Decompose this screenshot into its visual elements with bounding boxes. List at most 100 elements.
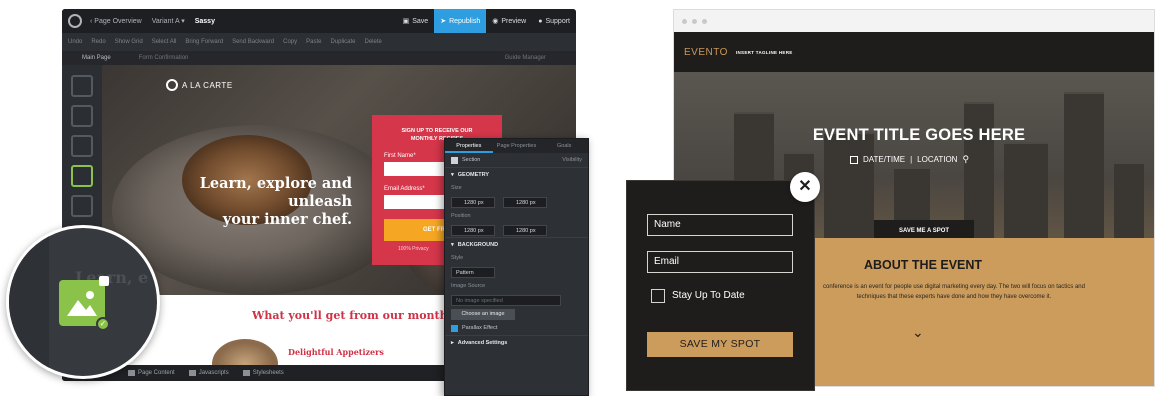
- caret-down-icon: ▾: [451, 171, 454, 178]
- send-icon: ➤: [440, 18, 447, 25]
- image-source-label: Image Source: [451, 283, 486, 289]
- event-navbar: EVENTO INSERT TAGLINE HERE: [674, 32, 1154, 72]
- page-content-button[interactable]: Page Content: [128, 370, 175, 376]
- republish-button[interactable]: ➤ Republish: [434, 9, 487, 33]
- duplicate-button[interactable]: Duplicate: [330, 39, 355, 45]
- location-pin-icon: ⚲: [962, 154, 970, 164]
- paste-button[interactable]: Paste: [306, 39, 321, 45]
- event-tagline: INSERT TAGLINE HERE: [735, 49, 793, 55]
- parallax-row: Parallax Effect: [445, 321, 588, 335]
- stylesheets-button[interactable]: Stylesheets: [242, 370, 284, 376]
- close-icon[interactable]: ✕: [790, 172, 820, 202]
- appetizers-heading: Delightful Appetizers: [288, 347, 384, 357]
- choose-image-button[interactable]: Choose an image: [451, 308, 515, 320]
- image-source-row: No image specified: [445, 293, 588, 307]
- preview-button[interactable]: ◉ Preview: [486, 9, 532, 33]
- event-title: EVENT TITLE GOES HERE: [812, 126, 1026, 144]
- about-heading: ABOUT THE EVENT: [864, 258, 983, 272]
- send-backward-button[interactable]: Send Backward: [232, 39, 274, 45]
- event-meta: DATE/TIME | LOCATION ⚲: [850, 154, 969, 165]
- tab-page-properties[interactable]: Page Properties: [493, 139, 541, 153]
- drag-handle-icon: [99, 276, 109, 286]
- window-dot-icon: [692, 18, 697, 24]
- undo-button[interactable]: Undo: [68, 39, 82, 45]
- help-icon: ●: [538, 17, 543, 25]
- button-tool-icon[interactable]: [71, 135, 93, 157]
- text-tool-icon[interactable]: [71, 75, 93, 97]
- browser-chrome: [674, 10, 1154, 32]
- builder-topbar: ‹ Page Overview Variant A ▾ Sassy ▣ Save …: [62, 9, 576, 33]
- javascripts-button[interactable]: Javascripts: [188, 370, 229, 376]
- hero-headline: Learn, explore and unleash your inner ch…: [199, 175, 352, 228]
- page-content-icon: [128, 370, 135, 376]
- save-button[interactable]: ▣ Save: [397, 9, 435, 33]
- eye-icon: ◉: [492, 18, 499, 25]
- rsvp-popup: Name Email Stay Up To Date SAVE MY SPOT: [626, 180, 815, 391]
- caret-down-icon: ▾: [451, 241, 454, 248]
- image-widget-icon[interactable]: ✓: [59, 276, 110, 331]
- magnified-sidebar: [9, 228, 49, 376]
- guide-manager[interactable]: Guide Manager: [505, 55, 546, 61]
- variant-selector[interactable]: Variant A ▾: [152, 17, 185, 25]
- brand-logo: A LA CARTE: [166, 79, 233, 91]
- style-select[interactable]: Pattern: [451, 266, 495, 278]
- stylesheet-icon: [242, 370, 250, 376]
- breadcrumb-page-overview[interactable]: ‹ Page Overview: [90, 18, 142, 25]
- javascript-icon: [188, 370, 196, 376]
- background-header[interactable]: ▾ BACKGROUND: [445, 237, 588, 251]
- style-label: Style: [451, 255, 464, 261]
- image-tool-icon[interactable]: [71, 165, 93, 187]
- box-tool-icon[interactable]: [71, 105, 93, 127]
- save-my-spot-button[interactable]: SAVE MY SPOT: [647, 332, 793, 357]
- page-name: Sassy: [194, 17, 215, 25]
- advanced-settings-header[interactable]: ▸ Advanced Settings: [445, 335, 588, 349]
- size-fields: 1280 px 1280 px: [445, 195, 588, 209]
- support-button[interactable]: ● Support: [532, 9, 576, 33]
- brand-ring-icon: [166, 79, 178, 91]
- position-label: Position: [451, 213, 471, 219]
- geometry-header[interactable]: ▾ GEOMETRY: [445, 167, 588, 181]
- about-text: conference is an event for people use di…: [823, 284, 1085, 300]
- position-fields: 1280 px 1280 px: [445, 223, 588, 237]
- parallax-checkbox[interactable]: [451, 324, 458, 332]
- tab-goals[interactable]: Goals: [540, 139, 588, 153]
- event-logo[interactable]: EVENTO: [684, 47, 728, 58]
- skyline-building: [1064, 92, 1104, 262]
- style-row: Pattern: [445, 265, 588, 279]
- section-icon: [451, 156, 458, 164]
- size-label: Size: [451, 185, 462, 191]
- properties-tabs: Properties Page Properties Goals: [445, 139, 588, 153]
- calendar-icon: [850, 155, 858, 164]
- tab-form-confirmation[interactable]: Form Confirmation: [139, 55, 189, 61]
- page-tabs: Main Page Form Confirmation Guide Manage…: [62, 51, 576, 65]
- show-grid-button[interactable]: Show Grid: [115, 39, 143, 45]
- properties-panel: Properties Page Properties Goals Section…: [444, 138, 589, 396]
- x-field[interactable]: 1280 px: [451, 224, 495, 236]
- edit-toolbar: Undo Redo Show Grid Select All Bring For…: [62, 33, 576, 51]
- tab-properties[interactable]: Properties: [445, 139, 493, 153]
- y-field[interactable]: 1280 px: [503, 224, 547, 236]
- stay-up-to-date-checkbox[interactable]: [651, 289, 665, 303]
- check-badge-icon: ✓: [96, 317, 110, 331]
- chevron-down-icon[interactable]: ⌄: [912, 324, 924, 341]
- visibility-toggle[interactable]: Visibility: [562, 157, 582, 163]
- window-dot-icon: [702, 18, 707, 24]
- delete-button[interactable]: Delete: [364, 39, 381, 45]
- zoom-magnifier: Learn, e ✓: [6, 225, 160, 379]
- section-row: Section Visibility: [445, 153, 588, 167]
- image-source-field[interactable]: No image specified: [451, 294, 561, 306]
- form-tool-icon[interactable]: [71, 195, 93, 217]
- height-field[interactable]: 1280 px: [503, 196, 547, 208]
- email-field[interactable]: Email: [647, 251, 793, 273]
- redo-button[interactable]: Redo: [91, 39, 105, 45]
- window-dot-icon: [682, 18, 687, 24]
- app-logo-icon[interactable]: [68, 14, 82, 28]
- copy-button[interactable]: Copy: [283, 39, 297, 45]
- checkbox-label: Stay Up To Date: [672, 290, 745, 301]
- select-all-button[interactable]: Select All: [152, 39, 177, 45]
- save-icon: ▣: [402, 18, 410, 25]
- bring-forward-button[interactable]: Bring Forward: [185, 39, 223, 45]
- width-field[interactable]: 1280 px: [451, 196, 495, 208]
- tab-main-page[interactable]: Main Page: [82, 55, 111, 61]
- name-field[interactable]: Name: [647, 214, 793, 236]
